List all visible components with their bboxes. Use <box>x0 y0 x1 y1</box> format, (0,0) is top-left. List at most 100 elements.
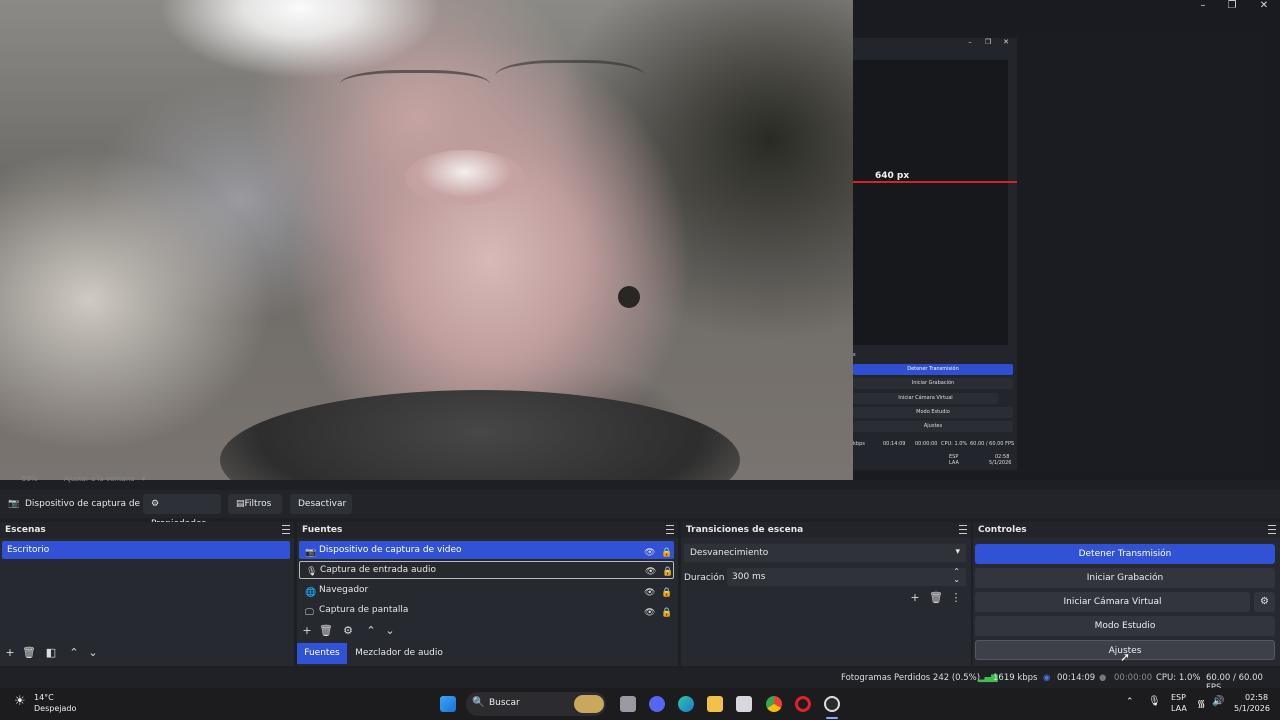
deactivate-button[interactable]: Desactivar <box>290 494 352 514</box>
lock-icon[interactable]: 🔒 <box>661 604 672 622</box>
edge-icon[interactable] <box>678 696 694 712</box>
start-virtual-camera-button[interactable]: Iniciar Cámara Virtual <box>975 592 1250 612</box>
nested-fps: 60.00 / 60.00 FPS <box>970 441 1015 447</box>
eye-icon[interactable]: 👁 <box>645 564 656 580</box>
source-item-audio-input[interactable]: 🎙 Captura de entrada audio 👁 🔒 <box>299 561 674 579</box>
nested-studio-mode-button: Modo Estudio <box>853 407 1013 418</box>
minimize-icon[interactable]: – <box>1196 0 1210 11</box>
scenes-dock: Escenas Escritorio + 🗑 ◧ ⌃ ⌄ <box>0 522 294 666</box>
minimize-icon: – <box>968 38 972 46</box>
arrow-up-icon[interactable]: ⌃ <box>363 624 379 637</box>
nested-tray-sub: LAA <box>949 460 959 466</box>
sources-dock: Fuentes 📷 Dispositivo de captura de vide… <box>297 522 678 666</box>
eye-icon[interactable]: 👁 <box>644 544 655 562</box>
keyboard-lang[interactable]: ESP <box>1171 693 1186 702</box>
lock-icon[interactable]: 🔒 <box>661 584 672 602</box>
lock-icon[interactable]: 🔒 <box>662 564 673 580</box>
nested-preview <box>853 60 1008 345</box>
duration-value: 300 ms <box>732 572 766 582</box>
studio-mode-button[interactable]: Modo Estudio <box>975 616 1275 636</box>
trash-icon[interactable]: 🗑 <box>928 591 944 604</box>
eye-icon[interactable]: 👁 <box>644 604 655 622</box>
record-icon: ● <box>1099 673 1107 683</box>
chevron-down-icon[interactable]: ▾ <box>142 475 146 483</box>
arrow-down-icon[interactable]: ⌄ <box>85 646 101 659</box>
trash-icon[interactable]: 🗑 <box>318 624 334 637</box>
clock-date[interactable]: 5/1/2026 <box>1234 704 1270 713</box>
tab-fuentes[interactable]: Fuentes <box>297 643 347 664</box>
ruler-line <box>853 181 1017 183</box>
microphone-icon[interactable]: 🎙 <box>1148 696 1161 707</box>
glasses-shape <box>340 70 490 105</box>
scenes-title: Escenas <box>0 522 294 538</box>
windows-taskbar: ☀ 14°C Despejado 🔍 Buscar ⌃ 🎙 ESP LAA ᯾ … <box>0 688 1280 720</box>
filters-button[interactable]: ▤Filtros <box>228 494 282 514</box>
add-icon[interactable]: + <box>2 646 18 659</box>
add-icon[interactable]: + <box>299 624 315 637</box>
nested-cpu: CPU: 1.0% <box>941 441 968 447</box>
weather-desc: Despejado <box>34 704 77 713</box>
close-icon[interactable]: ✕ <box>1257 0 1271 11</box>
tab-audio-mixer[interactable]: Mezclador de audio <box>349 643 449 664</box>
close-icon: ✕ <box>1003 38 1009 46</box>
preview-area[interactable]: – ❐ ✕ – ❐ ✕ s Detener Transmisión Inicia… <box>0 0 1280 483</box>
chevron-up-icon[interactable]: ⌃ <box>1126 697 1134 707</box>
scene-item[interactable]: Escritorio <box>2 541 290 559</box>
dock-menu-icon[interactable] <box>959 525 967 534</box>
nested-rec-time: 00:00:00 <box>915 441 938 447</box>
source-item-video-capture[interactable]: 📷 Dispositivo de captura de video 👁 🔒 <box>299 541 674 559</box>
arrow-up-icon[interactable]: ⌃ <box>66 646 82 659</box>
microsoft-store-icon[interactable] <box>736 696 752 712</box>
stop-streaming-button[interactable]: Detener Transmisión <box>975 544 1275 564</box>
stream-icon: ◉ <box>1043 673 1051 683</box>
trash-icon[interactable]: 🗑 <box>21 646 37 659</box>
keyboard-layout[interactable]: LAA <box>1171 704 1187 713</box>
properties-button[interactable]: ⚙ Propiedades <box>143 494 221 529</box>
sources-title: Fuentes <box>297 522 678 538</box>
face-shape <box>405 150 525 205</box>
search-highlight-icon <box>574 695 604 713</box>
dock-menu-icon[interactable] <box>666 525 674 534</box>
monitor-icon: 🖵 <box>305 608 314 618</box>
dock-menu-icon[interactable] <box>1268 525 1276 534</box>
eye-icon[interactable]: 👁 <box>644 584 655 602</box>
zoom-level[interactable]: 59% <box>22 475 38 483</box>
source-label: Captura de entrada audio <box>320 565 436 575</box>
discord-icon[interactable] <box>649 696 665 712</box>
cpu-usage: CPU: 1.0% <box>1156 673 1201 683</box>
add-icon[interactable]: + <box>907 591 923 604</box>
maximize-icon[interactable]: ❐ <box>1225 0 1239 11</box>
filter-icon[interactable]: ◧ <box>43 646 59 659</box>
nested-settings-button: Ajustes <box>853 421 1013 432</box>
chrome-icon[interactable] <box>766 696 782 712</box>
opera-icon[interactable] <box>795 696 811 712</box>
wifi-icon[interactable]: ᯾ <box>1197 696 1206 710</box>
windows-start-icon[interactable] <box>440 696 456 712</box>
arrow-down-icon[interactable]: ⌄ <box>382 624 398 637</box>
filters-label: Filtros <box>244 499 272 509</box>
source-item-screen-capture[interactable]: 🖵 Captura de pantalla 👁 🔒 <box>299 601 674 619</box>
source-item-browser[interactable]: 🌐 Navegador 👁 🔒 <box>299 581 674 599</box>
virtual-camera-settings-gear-icon[interactable]: ⚙ <box>1254 592 1275 612</box>
gear-icon: ⚙ <box>151 499 160 509</box>
file-explorer-icon[interactable] <box>707 696 723 712</box>
start-recording-button[interactable]: Iniciar Grabación <box>975 568 1275 588</box>
transition-select[interactable]: Desvanecimiento ▾ <box>684 544 966 562</box>
more-vertical-icon[interactable]: ⋮ <box>948 591 964 604</box>
fit-window-label[interactable]: Ajustar a la ventana <box>64 475 135 483</box>
taskbar-search[interactable]: 🔍 Buscar <box>466 692 606 716</box>
clock-time[interactable]: 02:58 <box>1245 693 1268 702</box>
task-view-icon[interactable] <box>620 696 636 712</box>
spin-down-icon[interactable]: ⌄ <box>953 575 960 584</box>
active-app-indicator <box>826 717 838 719</box>
transitions-dock: Transiciones de escena Desvanecimiento ▾… <box>681 522 971 666</box>
obs-icon[interactable] <box>824 696 840 712</box>
volume-icon[interactable]: 🔊 <box>1212 696 1224 707</box>
duration-input[interactable]: 300 ms ⌃ ⌄ <box>727 567 966 586</box>
lock-icon[interactable]: 🔒 <box>661 544 672 562</box>
dock-menu-icon[interactable] <box>282 525 290 534</box>
search-icon: 🔍 <box>472 697 485 708</box>
nested-start-vcam-button: Iniciar Cámara Virtual <box>853 393 998 404</box>
weather-icon[interactable]: ☀ <box>14 694 26 709</box>
gear-icon[interactable]: ⚙ <box>340 624 356 637</box>
